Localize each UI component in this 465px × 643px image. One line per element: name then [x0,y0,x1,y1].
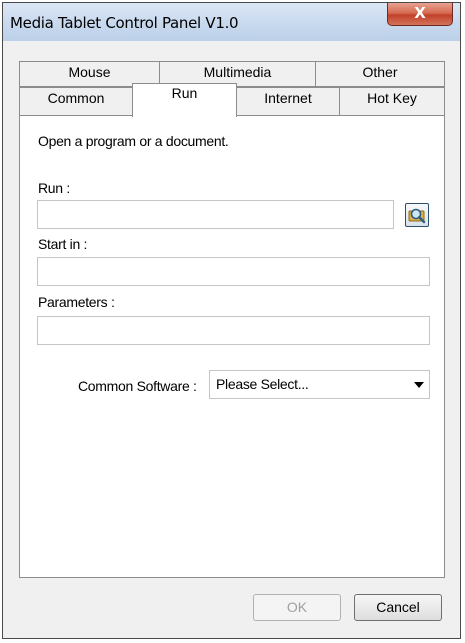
ok-label: OK [286,599,308,615]
run-description: Open a program or a document. [38,133,229,149]
tab-label: Common [47,90,105,106]
parameters-label: Parameters : [38,294,115,310]
tab-label: Hot Key [367,90,417,106]
chevron-down-icon [414,382,424,388]
title-bar[interactable]: Media Tablet Control Panel V1.0 X [3,3,460,41]
start-in-input[interactable] [37,257,430,286]
run-input[interactable] [37,200,394,229]
tab-other[interactable]: Other [315,61,445,87]
common-software-label: Common Software : [78,378,197,394]
cancel-button[interactable]: Cancel [354,594,442,621]
tab-label: Mouse [68,64,111,80]
window-title: Media Tablet Control Panel V1.0 [10,14,239,32]
parameters-input[interactable] [37,316,430,345]
tab-internet[interactable]: Internet [236,87,340,116]
magnifier-folder-icon [408,208,426,224]
tab-hot-key[interactable]: Hot Key [339,87,445,116]
tab-label: Run [171,85,198,101]
browse-button[interactable] [405,203,429,227]
tab-label: Internet [264,90,312,106]
run-tab-panel: Open a program or a document. Run : Star… [19,115,445,578]
common-software-select[interactable]: Please Select... [209,370,430,399]
ok-button[interactable]: OK [253,594,341,621]
close-icon: X [414,4,426,22]
start-in-label: Start in : [38,236,88,252]
cancel-label: Cancel [376,599,420,615]
tab-run[interactable]: Run [132,83,237,117]
tab-label: Other [362,64,398,80]
tab-common[interactable]: Common [19,87,133,116]
close-button[interactable]: X [387,3,453,26]
tab-label: Multimedia [203,64,272,80]
common-software-value: Please Select... [216,376,309,392]
run-label: Run : [38,180,70,196]
